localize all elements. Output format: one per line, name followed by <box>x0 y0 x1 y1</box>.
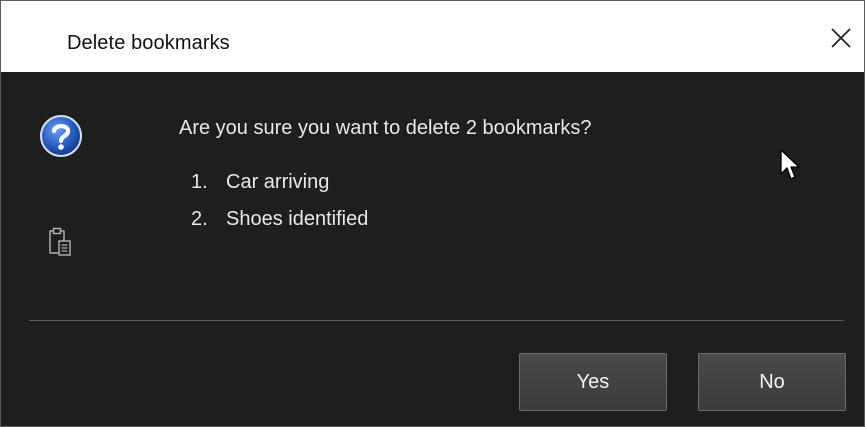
close-button[interactable] <box>824 21 858 55</box>
yes-button[interactable]: Yes <box>519 353 667 411</box>
mouse-pointer-icon <box>780 149 800 180</box>
dialog-title: Delete bookmarks <box>67 32 230 54</box>
close-icon <box>831 28 851 48</box>
list-item-number: 2. <box>191 208 208 230</box>
no-button[interactable]: No <box>698 353 846 411</box>
question-icon <box>40 115 82 157</box>
title-bar: Delete bookmarks <box>1 1 864 72</box>
list-item: 2. Shoes identified <box>191 207 368 244</box>
bookmark-list: 1. Car arriving 2. Shoes identified <box>191 170 368 244</box>
list-item-label: Car arriving <box>226 171 330 193</box>
delete-bookmarks-dialog: Delete bookmarks Are you sure you want t… <box>0 0 865 427</box>
divider <box>29 320 844 321</box>
confirmation-message: Are you sure you want to delete 2 bookma… <box>179 117 592 139</box>
list-item-label: Shoes identified <box>226 208 369 230</box>
clipboard-icon <box>49 227 71 256</box>
dialog-body: Are you sure you want to delete 2 bookma… <box>1 72 864 426</box>
list-item-number: 1. <box>191 171 208 193</box>
list-item: 1. Car arriving <box>191 170 368 207</box>
copy-to-clipboard-button[interactable] <box>48 227 74 259</box>
